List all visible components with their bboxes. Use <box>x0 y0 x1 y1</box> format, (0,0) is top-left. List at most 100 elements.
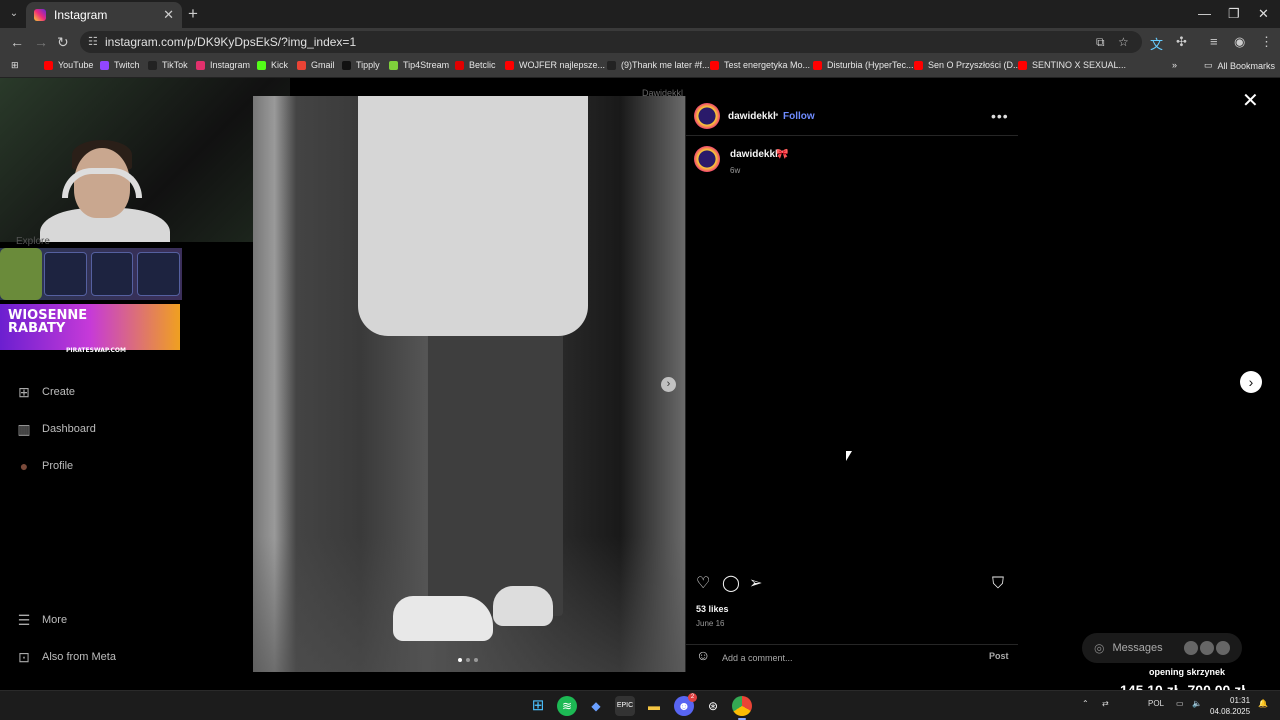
caption-bow-emoji: 🎀 <box>776 149 789 160</box>
bookmark-label: Betclic <box>469 60 496 70</box>
messages-button[interactable]: ◎ Messages <box>1082 633 1242 663</box>
bookmark-star-icon[interactable]: ☆ <box>1118 31 1129 53</box>
sidebar-item-more[interactable]: ☰ More <box>16 612 67 628</box>
close-modal-icon[interactable]: ✕ <box>1242 88 1259 113</box>
media-controls-icon[interactable]: ≡ <box>1210 34 1218 49</box>
close-window-icon[interactable]: ✕ <box>1258 6 1269 22</box>
carousel-dot <box>466 658 470 662</box>
bookmark-label: SENTINO X SEXUAL... <box>1032 60 1127 70</box>
author-avatar[interactable] <box>694 103 720 129</box>
bookmark-instagram[interactable]: Instagram <box>196 60 250 70</box>
bookmark-gmail[interactable]: Gmail <box>297 60 335 70</box>
apps-grid-icon[interactable]: ⊞ <box>11 60 19 71</box>
share-paper-plane-icon[interactable]: ➢ <box>749 574 762 594</box>
stream-overlay-title: opening skrzynek <box>1149 667 1226 677</box>
tab-close-icon[interactable]: ✕ <box>163 7 174 23</box>
app-drop-icon[interactable]: ◆ <box>586 696 606 716</box>
bookmark-tiktok[interactable]: TikTok <box>148 60 188 70</box>
hamburger-icon: ☰ <box>17 612 31 628</box>
windows-taskbar: ⊞ ≋ ◆ EPIC ▬ ☻ 2 ⊛ ⌃ ⇄ POL ▭ 🔈 01:31 04.0… <box>0 690 1280 720</box>
extensions-puzzle-icon[interactable]: ✣ <box>1176 34 1187 50</box>
notifications-bell-icon[interactable]: 🔔 <box>1258 699 1268 708</box>
file-explorer-icon[interactable]: ▬ <box>644 696 664 716</box>
sidebar-item-label: Profile <box>42 460 74 472</box>
site-info-icon[interactable]: ☷ <box>88 31 98 53</box>
post-actions: ♡ ◯ ➢ ⛉ <box>686 574 1018 594</box>
translate-extension-icon[interactable]: 文 <box>1150 34 1163 53</box>
likes-count[interactable]: 53 likes <box>696 604 729 614</box>
bookmark-sentino-x-sexual[interactable]: SENTINO X SEXUAL... <box>1018 60 1126 70</box>
follow-button[interactable]: Follow <box>783 111 815 122</box>
profile-icon[interactable]: ◉ <box>1234 34 1245 50</box>
bookmark-wojfer-najlepsze[interactable]: WOJFER najlepsze... <box>505 60 605 70</box>
caption-age[interactable]: 6w <box>730 166 740 175</box>
bookmark-kick[interactable]: Kick <box>257 60 288 70</box>
spotify-icon[interactable]: ≋ <box>557 696 577 716</box>
bookmark-sen-o-przysz-o-ci-d[interactable]: Sen O Przyszłości (D... <box>914 60 1021 70</box>
install-app-icon[interactable]: ⧉ <box>1096 31 1105 53</box>
instagram-sidebar: Explore WIOSENNE RABATY PIRATESWAP.COM ⊞… <box>0 236 252 690</box>
bookmarks-overflow-icon[interactable]: » <box>1172 60 1177 70</box>
plus-square-icon: ⊞ <box>18 384 30 400</box>
discord-icon[interactable]: ☻ 2 <box>674 693 697 716</box>
bookmark-9-thank-me-later-f[interactable]: (9)Thank me later #f... <box>607 60 710 70</box>
comment-bubble-icon[interactable]: ◯ <box>722 574 740 594</box>
comment-box: ☺ Post <box>686 644 1018 672</box>
forward-icon[interactable]: → <box>34 34 48 50</box>
promo-item-slot <box>137 252 181 296</box>
tray-overflow-icon[interactable]: ⌃ <box>1082 699 1089 708</box>
all-bookmarks-button[interactable]: ▭ All Bookmarks <box>1204 60 1275 71</box>
bookmark-label: Kick <box>271 60 289 70</box>
emoji-picker-icon[interactable]: ☺ <box>696 647 710 663</box>
sidebar-item-dashboard[interactable]: ▥ Dashboard <box>16 421 95 437</box>
sidebar-item-also-from-meta[interactable]: ⊡ Also from Meta <box>16 649 116 665</box>
caption-username[interactable]: dawidekkl <box>730 149 778 160</box>
post-comment-button[interactable]: Post <box>989 651 1009 661</box>
more-options-icon[interactable]: ••• <box>991 108 1009 124</box>
sidebar-item-profile[interactable]: ● Profile <box>16 458 73 474</box>
chrome-menu-icon[interactable]: ⋮ <box>1260 34 1273 50</box>
bookmark-disturbia-hypertec[interactable]: Disturbia (HyperTec... <box>813 60 914 70</box>
browser-toolbar: ← → ↻ ☷ instagram.com/p/DK9KyDpsEkS/?img… <box>0 28 1280 56</box>
bookmark-tip4stream[interactable]: Tip4Stream <box>389 60 449 70</box>
avatar-icon: ● <box>19 458 29 474</box>
bookmark-test-energetyka-mo[interactable]: Test energetyka Mo... <box>710 60 810 70</box>
bookmark-tipply[interactable]: Tipply <box>342 60 380 70</box>
like-heart-icon[interactable]: ♡ <box>696 574 710 594</box>
next-post-arrow-icon[interactable]: › <box>1240 371 1262 393</box>
bookmark-favicon-icon <box>100 60 109 70</box>
browser-tab-strip: ⌄ Instagram ✕ + — ❐ ✕ <box>0 0 1280 28</box>
sidebar-item-create[interactable]: ⊞ Create <box>16 384 75 400</box>
caption-avatar[interactable] <box>694 146 720 172</box>
minimize-icon[interactable]: — <box>1198 6 1211 21</box>
windows-start-icon[interactable]: ⊞ <box>528 696 548 716</box>
epic-games-icon[interactable]: EPIC <box>615 696 635 716</box>
sidebar-item-label: More <box>42 614 68 626</box>
steam-icon[interactable]: ⊛ <box>703 696 723 716</box>
input-language[interactable]: POL <box>1148 699 1164 708</box>
chrome-taskbar-icon[interactable] <box>732 696 752 720</box>
bookmark-youtube[interactable]: YouTube <box>44 60 93 70</box>
webcam-overlay <box>0 78 290 242</box>
comment-input[interactable] <box>722 650 962 666</box>
carousel-next-arrow-icon[interactable]: › <box>661 377 676 392</box>
all-bookmarks-label: All Bookmarks <box>1217 60 1276 71</box>
back-icon[interactable]: ← <box>10 34 24 50</box>
bookmark-label: Twitch <box>114 60 140 70</box>
system-clock[interactable]: 01:31 04.08.2025 <box>1210 695 1250 717</box>
network-icon[interactable]: ▭ <box>1176 699 1184 708</box>
tab-instagram[interactable]: Instagram ✕ <box>26 2 182 28</box>
reload-icon[interactable]: ↻ <box>57 34 69 51</box>
tab-search-chevron-icon[interactable]: ⌄ <box>6 6 22 22</box>
bookmark-favicon-icon <box>148 60 157 70</box>
bookmark-betclic[interactable]: Betclic <box>455 60 496 70</box>
bookmark-label: Tipply <box>356 60 380 70</box>
author-username[interactable]: dawidekkl <box>728 111 776 122</box>
save-bookmark-icon[interactable]: ⛉ <box>992 574 1004 594</box>
address-bar[interactable]: ☷ instagram.com/p/DK9KyDpsEkS/?img_index… <box>80 31 1142 53</box>
tray-sync-icon[interactable]: ⇄ <box>1102 699 1109 708</box>
maximize-icon[interactable]: ❐ <box>1228 6 1240 22</box>
bookmark-twitch[interactable]: Twitch <box>100 60 140 70</box>
new-tab-button[interactable]: + <box>188 4 198 24</box>
volume-icon[interactable]: 🔈 <box>1192 699 1202 708</box>
